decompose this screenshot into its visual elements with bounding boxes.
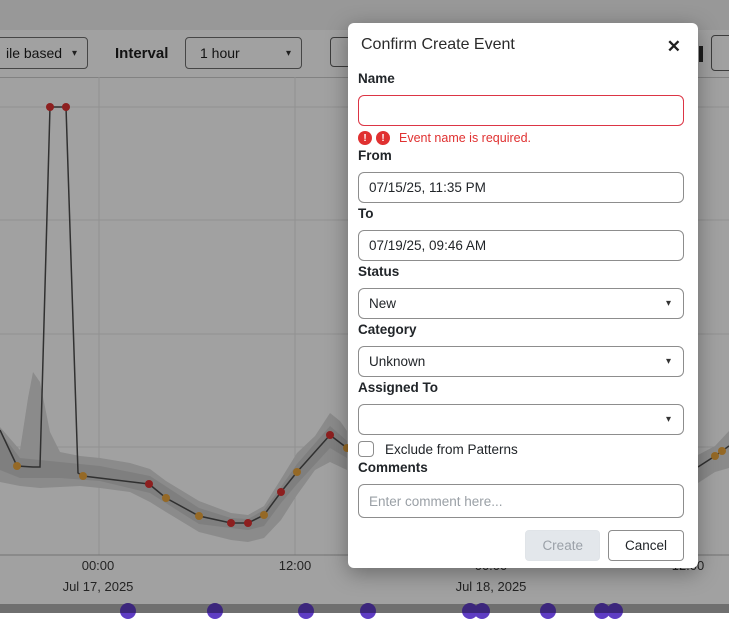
category-value: Unknown — [369, 354, 426, 369]
name-label: Name — [358, 71, 395, 86]
status-value: New — [369, 296, 397, 311]
confirm-create-event-dialog: Confirm Create Event ✕ Name ! ! Event na… — [348, 23, 698, 568]
to-label: To — [358, 206, 374, 221]
dialog-title: Confirm Create Event — [361, 36, 515, 53]
category-label: Category — [358, 322, 417, 337]
cancel-button[interactable]: Cancel — [607, 530, 684, 561]
chevron-down-icon: ▾ — [665, 414, 671, 425]
category-select[interactable]: Unknown ▾ — [358, 346, 684, 377]
exclude-patterns-checkbox[interactable] — [358, 441, 374, 457]
create-button[interactable]: Create — [525, 530, 600, 561]
error-icon: ! — [358, 131, 372, 145]
exclude-patterns-row: Exclude from Patterns — [358, 441, 684, 457]
close-icon[interactable]: ✕ — [664, 36, 684, 57]
from-input[interactable] — [358, 172, 684, 203]
comments-label: Comments — [358, 460, 428, 475]
status-select[interactable]: New ▾ — [358, 288, 684, 319]
name-error-row: ! ! Event name is required. — [358, 131, 684, 145]
exclude-patterns-label: Exclude from Patterns — [385, 441, 518, 457]
error-icon: ! — [376, 131, 390, 145]
name-input[interactable] — [358, 95, 684, 126]
status-label: Status — [358, 264, 400, 279]
chevron-down-icon: ▾ — [665, 298, 671, 309]
to-input[interactable] — [358, 230, 684, 261]
comments-input[interactable] — [358, 484, 684, 518]
from-label: From — [358, 148, 392, 163]
chevron-down-icon: ▾ — [665, 356, 671, 367]
name-error-text: Event name is required. — [399, 131, 532, 145]
assigned-to-label: Assigned To — [358, 380, 439, 395]
assigned-to-select[interactable]: ▾ — [358, 404, 684, 435]
